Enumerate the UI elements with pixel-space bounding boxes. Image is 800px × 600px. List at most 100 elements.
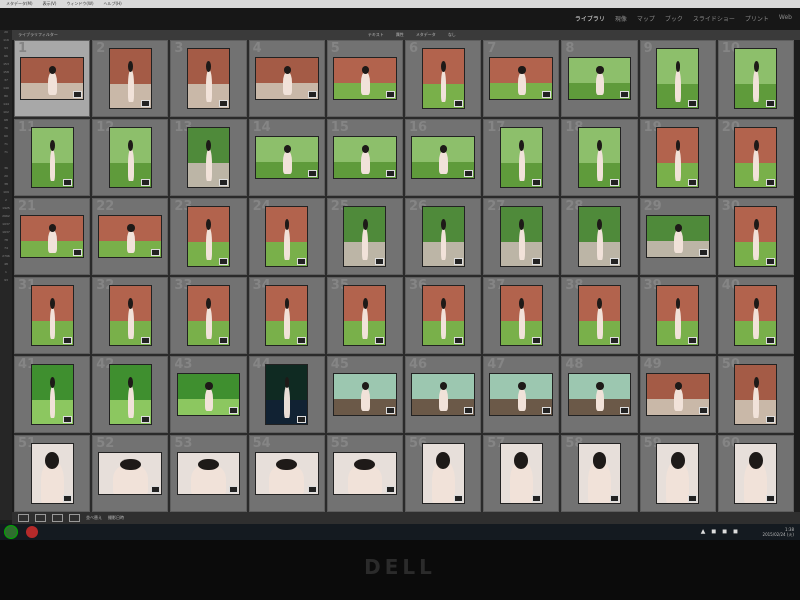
grid-cell[interactable]: 43	[170, 356, 247, 433]
metadata-badge-icon[interactable]	[385, 486, 395, 494]
metadata-badge-icon[interactable]	[610, 495, 619, 503]
metadata-badge-icon[interactable]	[531, 179, 541, 187]
metadata-badge-icon[interactable]	[766, 100, 776, 108]
metadata-badge-icon[interactable]	[542, 91, 552, 99]
grid-cell[interactable]: 24	[248, 198, 325, 275]
photo-thumbnail[interactable]	[265, 205, 309, 268]
grid-cell[interactable]: 27	[483, 198, 560, 275]
metadata-badge-icon[interactable]	[385, 407, 395, 415]
photo-thumbnail[interactable]	[98, 451, 163, 496]
photo-thumbnail[interactable]	[656, 442, 700, 505]
grid-cell[interactable]: 57	[483, 435, 560, 512]
grid-cell[interactable]: 28	[561, 198, 638, 275]
metadata-badge-icon[interactable]	[766, 179, 776, 187]
grid-cell[interactable]: 16	[404, 119, 482, 196]
metadata-badge-icon[interactable]	[688, 495, 698, 503]
photo-thumbnail[interactable]	[108, 126, 152, 189]
metadata-badge-icon[interactable]	[297, 337, 307, 345]
grid-cell[interactable]: 18	[561, 119, 638, 196]
grid-cell[interactable]: 8	[561, 40, 638, 117]
metadata-badge-icon[interactable]	[140, 337, 150, 345]
grid-cell[interactable]: 10	[717, 40, 794, 117]
metadata-badge-icon[interactable]	[463, 407, 473, 415]
metadata-badge-icon[interactable]	[375, 258, 385, 266]
photo-thumbnail[interactable]	[577, 284, 621, 347]
grid-cell[interactable]: 39	[639, 277, 716, 354]
module-tab[interactable]: 現像	[615, 14, 627, 23]
metadata-badge-icon[interactable]	[610, 337, 619, 345]
metadata-badge-icon[interactable]	[297, 258, 307, 266]
grid-cell[interactable]: 13	[170, 119, 247, 196]
photo-thumbnail[interactable]	[489, 56, 554, 101]
photo-thumbnail[interactable]	[645, 214, 710, 259]
metadata-badge-icon[interactable]	[698, 407, 708, 415]
grid-cell[interactable]: 3	[170, 40, 247, 117]
photo-thumbnail[interactable]	[254, 451, 319, 496]
metadata-badge-icon[interactable]	[610, 179, 619, 187]
photo-thumbnail[interactable]	[656, 126, 700, 189]
grid-cell[interactable]: 1	[14, 40, 91, 117]
metadata-badge-icon[interactable]	[688, 337, 698, 345]
menu-item[interactable]: メタデータ(M)	[6, 1, 33, 7]
grid-cell[interactable]: 60	[717, 435, 794, 512]
grid-cell[interactable]: 4	[248, 40, 325, 117]
metadata-badge-icon[interactable]	[140, 179, 150, 187]
grid-cell[interactable]: 48	[561, 356, 638, 433]
metadata-badge-icon[interactable]	[766, 495, 776, 503]
metadata-badge-icon[interactable]	[766, 416, 776, 424]
grid-cell[interactable]: 30	[717, 198, 794, 275]
metadata-badge-icon[interactable]	[531, 258, 541, 266]
photo-thumbnail[interactable]	[108, 284, 152, 347]
photo-thumbnail[interactable]	[577, 126, 621, 189]
filter-tab[interactable]: 属性	[396, 32, 404, 38]
module-tab[interactable]: スライドショー	[693, 14, 735, 23]
photo-thumbnail[interactable]	[656, 47, 700, 110]
grid-cell[interactable]: 58	[561, 435, 638, 512]
photo-thumbnail[interactable]	[421, 205, 465, 268]
module-tab[interactable]: マップ	[637, 14, 655, 23]
module-tab[interactable]: ブック	[665, 14, 683, 23]
metadata-badge-icon[interactable]	[307, 91, 317, 99]
photo-thumbnail[interactable]	[656, 284, 700, 347]
metadata-badge-icon[interactable]	[219, 179, 228, 187]
metadata-badge-icon[interactable]	[229, 407, 239, 415]
grid-cell[interactable]: 47	[483, 356, 560, 433]
grid-cell[interactable]: 21	[14, 198, 91, 275]
photo-thumbnail[interactable]	[421, 284, 465, 347]
metadata-badge-icon[interactable]	[531, 337, 541, 345]
grid-cell[interactable]: 25	[326, 198, 403, 275]
photo-thumbnail[interactable]	[499, 205, 543, 268]
metadata-badge-icon[interactable]	[297, 416, 307, 424]
sort-dropdown[interactable]: 撮影日時	[108, 515, 124, 521]
photo-thumbnail[interactable]	[98, 214, 163, 259]
system-clock[interactable]: 1:38 2015/02/24 (火)	[763, 527, 794, 537]
taskbar-app-icon[interactable]	[26, 526, 38, 538]
photo-thumbnail[interactable]	[108, 47, 152, 110]
filter-tab[interactable]: メタデータ	[416, 32, 436, 38]
grid-cell[interactable]: 42	[92, 356, 169, 433]
grid-cell[interactable]: 14	[248, 119, 325, 196]
photo-thumbnail[interactable]	[176, 451, 241, 496]
metadata-badge-icon[interactable]	[307, 170, 317, 178]
menu-item[interactable]: 表示(V)	[43, 1, 57, 7]
photo-thumbnail[interactable]	[567, 372, 632, 417]
photo-thumbnail[interactable]	[265, 363, 309, 426]
grid-cell[interactable]: 50	[717, 356, 794, 433]
menu-item[interactable]: ウィンドウ(W)	[66, 1, 93, 7]
metadata-badge-icon[interactable]	[453, 100, 463, 108]
photo-thumbnail[interactable]	[734, 363, 778, 426]
grid-cell[interactable]: 26	[404, 198, 482, 275]
photo-thumbnail[interactable]	[332, 372, 397, 417]
grid-cell[interactable]: 40	[717, 277, 794, 354]
grid-cell[interactable]: 37	[483, 277, 560, 354]
photo-thumbnail[interactable]	[254, 56, 319, 101]
photo-thumbnail[interactable]	[265, 284, 309, 347]
photo-thumbnail[interactable]	[734, 284, 778, 347]
grid-cell[interactable]: 56	[404, 435, 482, 512]
metadata-badge-icon[interactable]	[307, 486, 317, 494]
system-tray-icons[interactable]: ▲ ◼ ◼ ◼	[701, 528, 740, 535]
metadata-badge-icon[interactable]	[620, 407, 630, 415]
photo-thumbnail[interactable]	[332, 135, 397, 180]
grid-cell[interactable]: 23	[170, 198, 247, 275]
grid-cell[interactable]: 59	[639, 435, 716, 512]
